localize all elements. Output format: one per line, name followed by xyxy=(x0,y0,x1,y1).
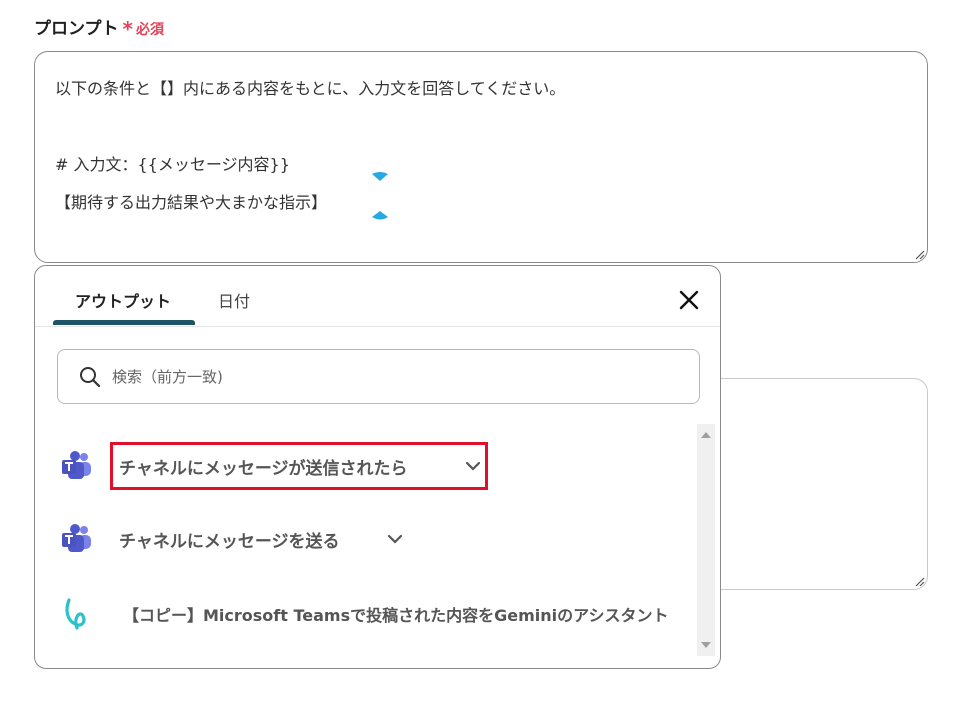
secondary-textarea[interactable] xyxy=(700,378,928,590)
gemini-logo-icon xyxy=(65,598,86,630)
prompt-line: 以下の条件と【】内にある内容をもとに、入力文を回答してください。 xyxy=(55,79,566,98)
list-item-gemini-assistant[interactable]: 【コピー】Microsoft Teamsで投稿された内容をGeminiのアシスタ… xyxy=(35,584,705,644)
resize-grip-icon[interactable] xyxy=(915,250,925,260)
list-item-send-message-action[interactable]: チャネルにメッセージを送る xyxy=(35,509,705,569)
tab-date[interactable]: 日付 xyxy=(218,288,250,312)
list-item-label: 【コピー】Microsoft Teamsで投稿された内容をGeminiのアシスタ… xyxy=(123,606,669,625)
variable-picker-popup: アウトプット 日付 チャネルにメッセージが送信されたら xyxy=(34,265,721,669)
scroll-down-arrow-icon[interactable] xyxy=(701,642,711,648)
output-list: チャネルにメッセージが送信されたら チャネルにメッセージを送る 【コピー】Mic… xyxy=(35,416,705,656)
resize-grip-icon[interactable] xyxy=(915,577,925,587)
prompt-textarea[interactable]: 以下の条件と【】内にある内容をもとに、入力文を回答してください。 # 入力文：{… xyxy=(34,51,928,263)
list-item-message-sent-trigger[interactable]: チャネルにメッセージが送信されたら xyxy=(35,436,705,496)
field-label-text: プロンプト xyxy=(34,19,119,39)
microsoft-teams-icon xyxy=(62,524,91,552)
scroll-up-arrow-icon[interactable] xyxy=(701,432,711,438)
search-field[interactable] xyxy=(57,349,700,404)
search-icon xyxy=(80,366,101,387)
active-tab-indicator xyxy=(53,320,195,325)
list-item-label: チャネルにメッセージを送る xyxy=(119,531,340,552)
field-label: プロンプト * 必須 xyxy=(34,14,164,41)
required-star: * xyxy=(122,17,133,41)
microsoft-teams-icon xyxy=(62,451,91,479)
chevron-down-icon[interactable] xyxy=(385,529,405,549)
close-icon[interactable] xyxy=(675,286,703,314)
prompt-line: # 入力文：{{メッセージ内容}} xyxy=(55,155,290,174)
chevron-down-icon[interactable] xyxy=(463,456,483,476)
prompt-line: 【期待する出力結果や大まかな指示】 xyxy=(55,193,328,212)
popup-tabs: アウトプット 日付 xyxy=(35,266,720,327)
list-scrollbar[interactable] xyxy=(697,424,715,656)
text-cursor-bottom-handle-icon[interactable] xyxy=(370,210,390,222)
prompt-line xyxy=(55,108,907,146)
list-item-label: チャネルにメッセージが送信されたら xyxy=(119,458,408,479)
required-text: 必須 xyxy=(135,22,164,38)
text-cursor-top-handle-icon[interactable] xyxy=(370,170,390,182)
tab-output[interactable]: アウトプット xyxy=(75,288,171,312)
search-input[interactable] xyxy=(110,366,634,387)
